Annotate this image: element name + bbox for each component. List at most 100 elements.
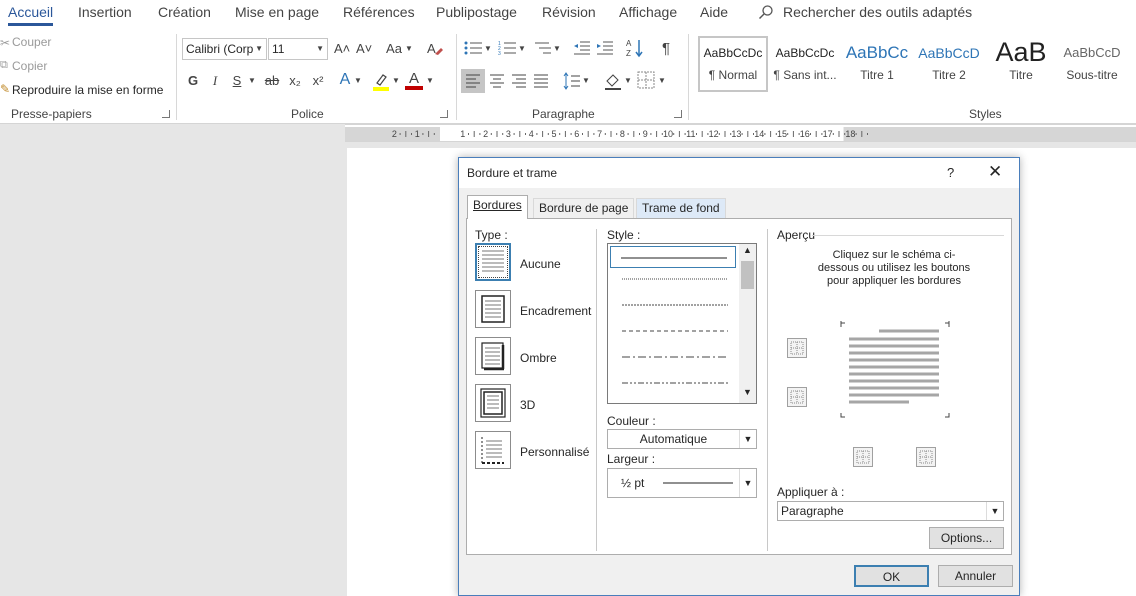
line-style-options[interactable] [610,274,738,404]
chevron-down-icon[interactable]: ▼ [426,72,434,90]
type-box-label[interactable]: Encadrement [520,304,591,318]
shading-icon[interactable] [603,71,623,94]
border-top-button[interactable] [787,338,807,358]
format-painter-button[interactable]: Reproduire la mise en forme [12,83,163,97]
type-none-label[interactable]: Aucune [520,257,561,271]
apply-to-select[interactable]: Paragraphe ▼ [777,501,1004,521]
tab-accueil[interactable]: Accueil [8,4,54,26]
change-case-button[interactable]: Aa [384,40,404,58]
style-title[interactable]: AaB Titre [986,38,1056,90]
chevron-up-icon[interactable]: ▲ [743,245,752,255]
align-center-icon[interactable] [485,69,509,96]
grow-font-button[interactable]: A˄ [334,40,350,58]
tab-bordures[interactable]: Bordures [467,195,528,219]
style-subtitle[interactable]: AaBbCcD Sous-titre [1057,38,1127,90]
text-effects-button[interactable]: A [338,71,352,89]
clipboard-launcher-icon[interactable] [162,110,170,118]
increase-indent-icon[interactable] [596,40,614,59]
tab-affichage[interactable]: Affichage [619,4,677,20]
border-left-button[interactable] [853,447,873,467]
numbering-icon[interactable]: 123 [498,40,518,59]
type-custom-icon[interactable] [475,431,511,469]
cut-button[interactable]: Couper [12,35,51,49]
style-normal[interactable]: AaBbCcDc ¶ Normal [698,36,768,92]
scrollbar-thumb[interactable] [741,261,754,289]
borders-icon[interactable] [637,71,655,92]
chevron-down-icon[interactable]: ▼ [248,72,256,90]
style-no-spacing[interactable]: AaBbCcDc ¶ Sans int... [770,38,840,90]
style-heading-2[interactable]: AaBbCcD Titre 2 [914,38,984,90]
chevron-down-icon[interactable]: ▼ [658,72,666,90]
ok-button[interactable]: OK [854,565,929,587]
show-formatting-button[interactable]: ¶ [658,40,674,58]
line-spacing-icon[interactable] [561,71,581,94]
chevron-down-icon[interactable]: ▼ [582,72,590,90]
border-preview-diagram[interactable] [837,321,953,421]
decrease-indent-icon[interactable] [573,40,591,59]
dialog-titlebar[interactable]: Bordure et trame ? ✕ [459,158,1019,188]
close-icon[interactable]: ✕ [988,162,1002,182]
sort-icon[interactable]: AZ [626,38,644,61]
superscript-button[interactable]: x² [310,72,326,90]
tab-bordure-de-page[interactable]: Bordure de page [533,198,635,218]
tab-aide[interactable]: Aide [700,4,728,20]
width-select[interactable]: ½ pt ▼ [607,468,757,498]
chevron-down-icon[interactable]: ▼ [743,387,752,397]
color-select[interactable]: Automatique ▼ [607,429,757,449]
type-none-icon[interactable] [475,243,511,281]
chevron-down-icon[interactable]: ▼ [405,40,413,58]
type-box-icon[interactable] [475,290,511,328]
type-3d-label[interactable]: 3D [520,398,535,412]
font-size-combo[interactable]: 11 ▼ [268,38,328,60]
chevron-down-icon[interactable]: ▼ [392,72,400,90]
type-3d-icon[interactable] [475,384,511,422]
clear-formatting-icon[interactable]: A [426,40,444,61]
justify-icon[interactable] [529,69,553,96]
scrollbar[interactable]: ▲ ▼ [739,244,756,403]
type-custom-label[interactable]: Personnalisé [520,445,589,459]
font-launcher-icon[interactable] [440,110,448,118]
horizontal-ruler[interactable]: 2 1 1 2 3 4 5 6 7 8 9 10 11 12 13 14 15 16 17 18 [345,124,1136,142]
italic-button[interactable]: I [209,72,221,90]
chevron-down-icon[interactable]: ▼ [624,72,632,90]
border-right-button[interactable] [916,447,936,467]
strikethrough-button[interactable]: ab [263,72,281,90]
font-color-button[interactable]: A [405,70,423,90]
style-heading-1[interactable]: AaBbCc Titre 1 [842,38,912,90]
tab-revision[interactable]: Révision [542,4,596,20]
line-style-list[interactable]: ▲ ▼ [607,243,757,404]
ruler-label: 17 [823,129,833,139]
tab-trame-de-fond[interactable]: Trame de fond [636,198,726,218]
shrink-font-button[interactable]: A˅ [356,40,372,58]
border-bottom-button[interactable] [787,387,807,407]
bullets-icon[interactable] [464,40,484,59]
align-right-icon[interactable] [507,69,531,96]
align-left-button[interactable] [461,69,485,93]
chevron-down-icon[interactable]: ▼ [354,72,362,90]
copy-button[interactable]: Copier [12,59,47,73]
multilevel-list-icon[interactable] [533,40,553,59]
chevron-down-icon[interactable]: ▼ [553,40,561,58]
chevron-down-icon[interactable]: ▼ [484,40,492,58]
font-name-combo[interactable]: Calibri (Corp ▼ [182,38,267,60]
highlight-color-icon[interactable] [372,71,390,94]
options-button[interactable]: Options... [929,527,1004,549]
search-icon[interactable] [758,4,774,23]
line-style-selected[interactable] [610,246,736,268]
tab-creation[interactable]: Création [158,4,211,20]
cancel-button[interactable]: Annuler [938,565,1013,587]
tab-publipostage[interactable]: Publipostage [436,4,517,20]
tab-mise-en-page[interactable]: Mise en page [235,4,319,20]
help-icon[interactable]: ? [947,165,954,180]
underline-button[interactable]: S [231,72,243,90]
tab-insertion[interactable]: Insertion [78,4,132,20]
type-shadow-label[interactable]: Ombre [520,351,557,365]
search-box[interactable]: Rechercher des outils adaptés [783,4,972,20]
tab-references[interactable]: Références [343,4,415,20]
subscript-button[interactable]: x₂ [287,72,303,90]
type-shadow-icon[interactable] [475,337,511,375]
style-preview: AaBbCcD [1063,45,1121,60]
bold-button[interactable]: G [186,72,200,90]
paragraph-launcher-icon[interactable] [674,110,682,118]
chevron-down-icon[interactable]: ▼ [518,40,526,58]
